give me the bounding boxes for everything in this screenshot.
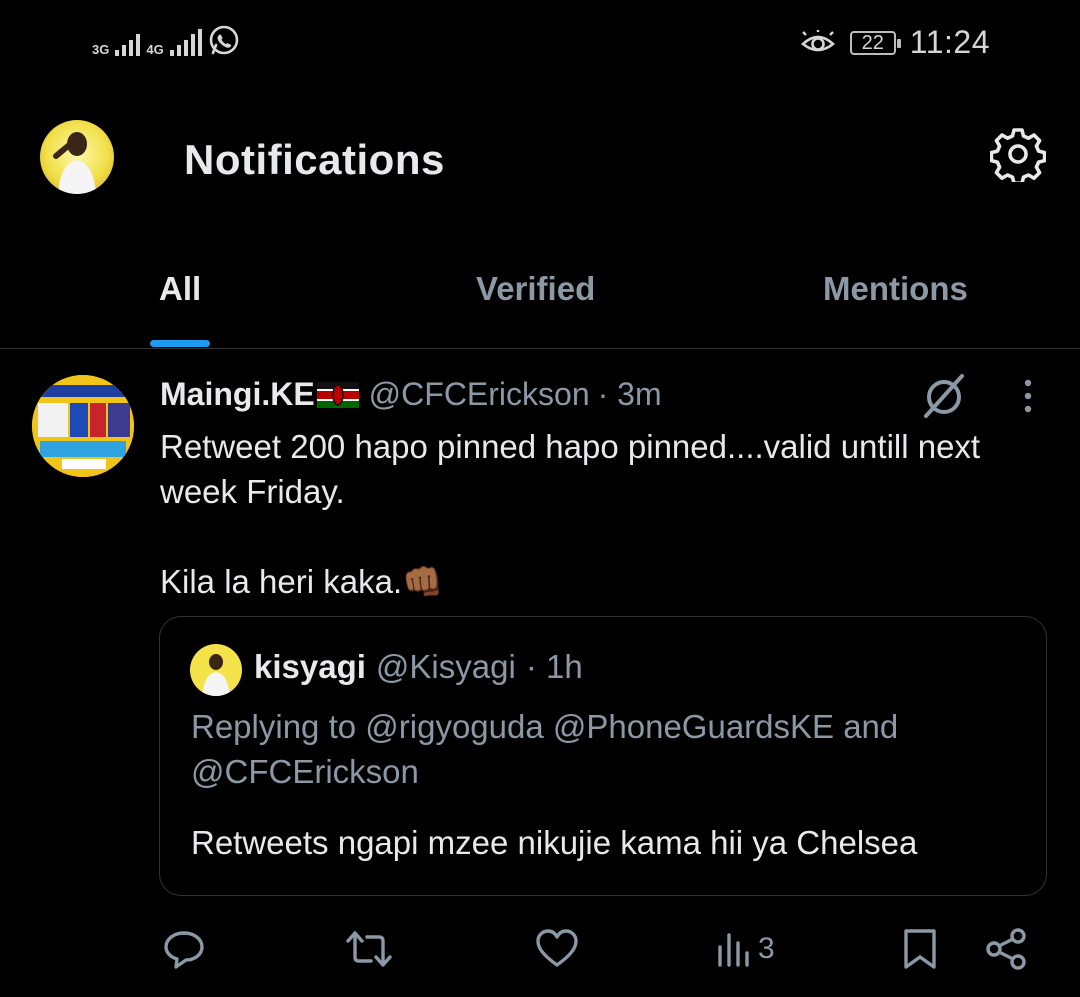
- views-count: 3: [758, 932, 775, 965]
- whatsapp-icon: [209, 25, 238, 55]
- status-bar-right: 22 11:24: [800, 24, 990, 61]
- grok-icon[interactable]: [918, 370, 970, 422]
- battery-icon: 22: [849, 30, 901, 55]
- profile-avatar[interactable]: [40, 120, 114, 194]
- heart-icon: [536, 929, 578, 967]
- network-type-4g: 4G: [146, 42, 164, 57]
- bookmark-button[interactable]: [900, 926, 940, 972]
- tweet-time: · 3m: [597, 376, 662, 412]
- bookmark-icon: [904, 929, 936, 969]
- fist-emoji: 👊🏾: [402, 563, 444, 600]
- network-type-3g: 3G: [92, 42, 110, 57]
- retweet-icon: [346, 931, 392, 967]
- views-button[interactable]: 3: [716, 926, 775, 972]
- reply-icon: [164, 931, 204, 969]
- tabs-divider: [0, 348, 1080, 349]
- avatar-image: [53, 132, 96, 194]
- share-icon: [986, 928, 1026, 970]
- tab-all[interactable]: All: [159, 270, 201, 308]
- eye-comfort-icon: [800, 29, 835, 51]
- more-options-icon[interactable]: [1010, 378, 1046, 414]
- views-chart-icon: [718, 933, 749, 967]
- quoted-author-name: kisyagi: [254, 648, 366, 685]
- tweet-header: Maingi.KE @CFCErickson · 3m: [160, 376, 662, 413]
- kenya-flag-icon: [316, 381, 359, 408]
- tab-mentions[interactable]: Mentions: [823, 270, 968, 308]
- quoted-tweet-time: · 1h: [525, 648, 583, 685]
- settings-gear-icon[interactable]: [990, 126, 1046, 182]
- quoted-author-handle: @Kisyagi: [375, 648, 516, 685]
- clock: 11:24: [909, 24, 990, 60]
- tab-verified[interactable]: Verified: [476, 270, 595, 308]
- retweet-button[interactable]: [345, 926, 393, 972]
- tweet-text-line1: Retweet 200 hapo pinned hapo pinned....v…: [160, 428, 981, 510]
- tweet-body: Retweet 200 hapo pinned hapo pinned....v…: [160, 424, 1060, 604]
- reply-button[interactable]: [162, 926, 206, 972]
- quoted-author-avatar: [190, 644, 242, 696]
- tweet-author-name[interactable]: Maingi.KE: [160, 376, 315, 413]
- share-button[interactable]: [984, 926, 1028, 972]
- tweet-author-avatar[interactable]: [32, 375, 134, 477]
- quoted-reply-to: Replying to @rigyoguda @PhoneGuardsKE an…: [191, 708, 899, 790]
- signal-icon: [169, 29, 202, 56]
- tweet-author-handle[interactable]: @CFCErickson: [369, 376, 590, 413]
- signal-icon: [115, 30, 141, 56]
- tweet-text-line2: Kila la heri kaka.: [160, 563, 403, 600]
- avatar-image: [32, 375, 134, 477]
- avatar-image: [202, 654, 230, 696]
- quoted-tweet-text: Retweets ngapi mzee nikujie kama hii ya …: [191, 824, 918, 861]
- quoted-tweet-header: kisyagi @Kisyagi · 1h: [254, 648, 583, 686]
- page-title: Notifications: [184, 136, 445, 183]
- active-tab-indicator: [150, 340, 210, 347]
- like-button[interactable]: [535, 926, 579, 972]
- status-bar-network: 3G 4G: [92, 24, 240, 56]
